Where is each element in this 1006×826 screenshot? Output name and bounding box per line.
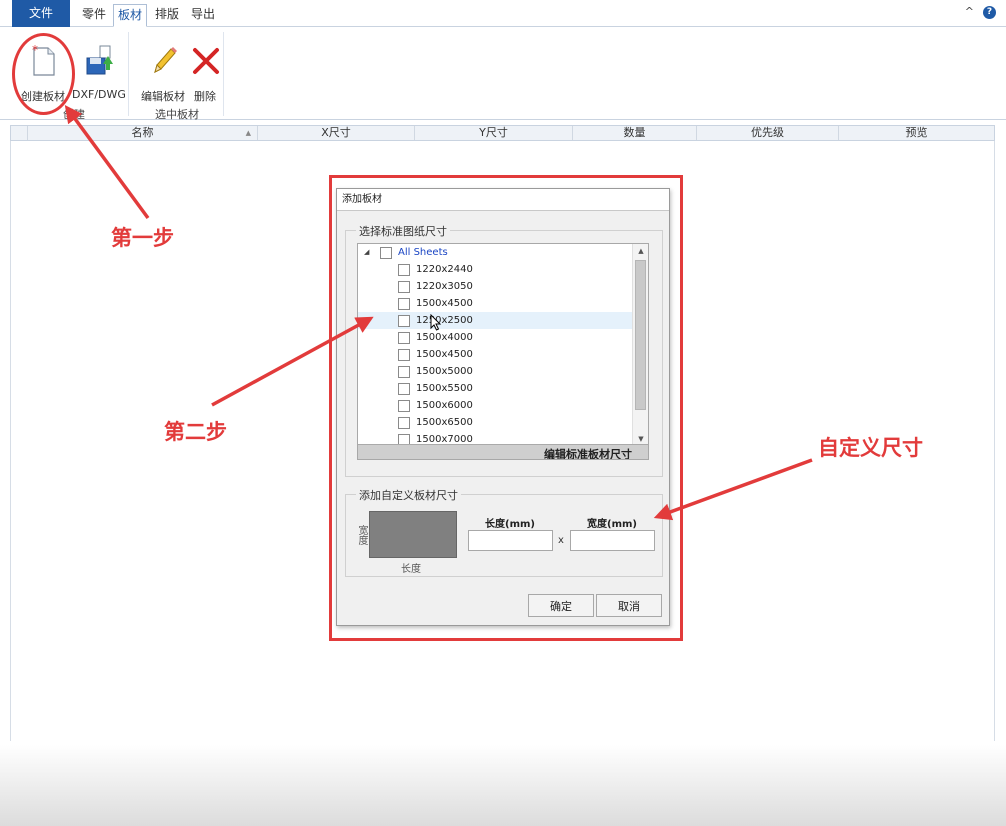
step1-annotation: 第一步 [111, 226, 174, 250]
annotation-arrows [64, 104, 813, 521]
step2-annotation: 第二步 [164, 420, 227, 444]
step2-arrow [211, 316, 374, 407]
custom-size-annotation: 自定义尺寸 [818, 436, 923, 460]
custom-size-arrow [653, 458, 813, 521]
step1-arrow [64, 104, 150, 220]
